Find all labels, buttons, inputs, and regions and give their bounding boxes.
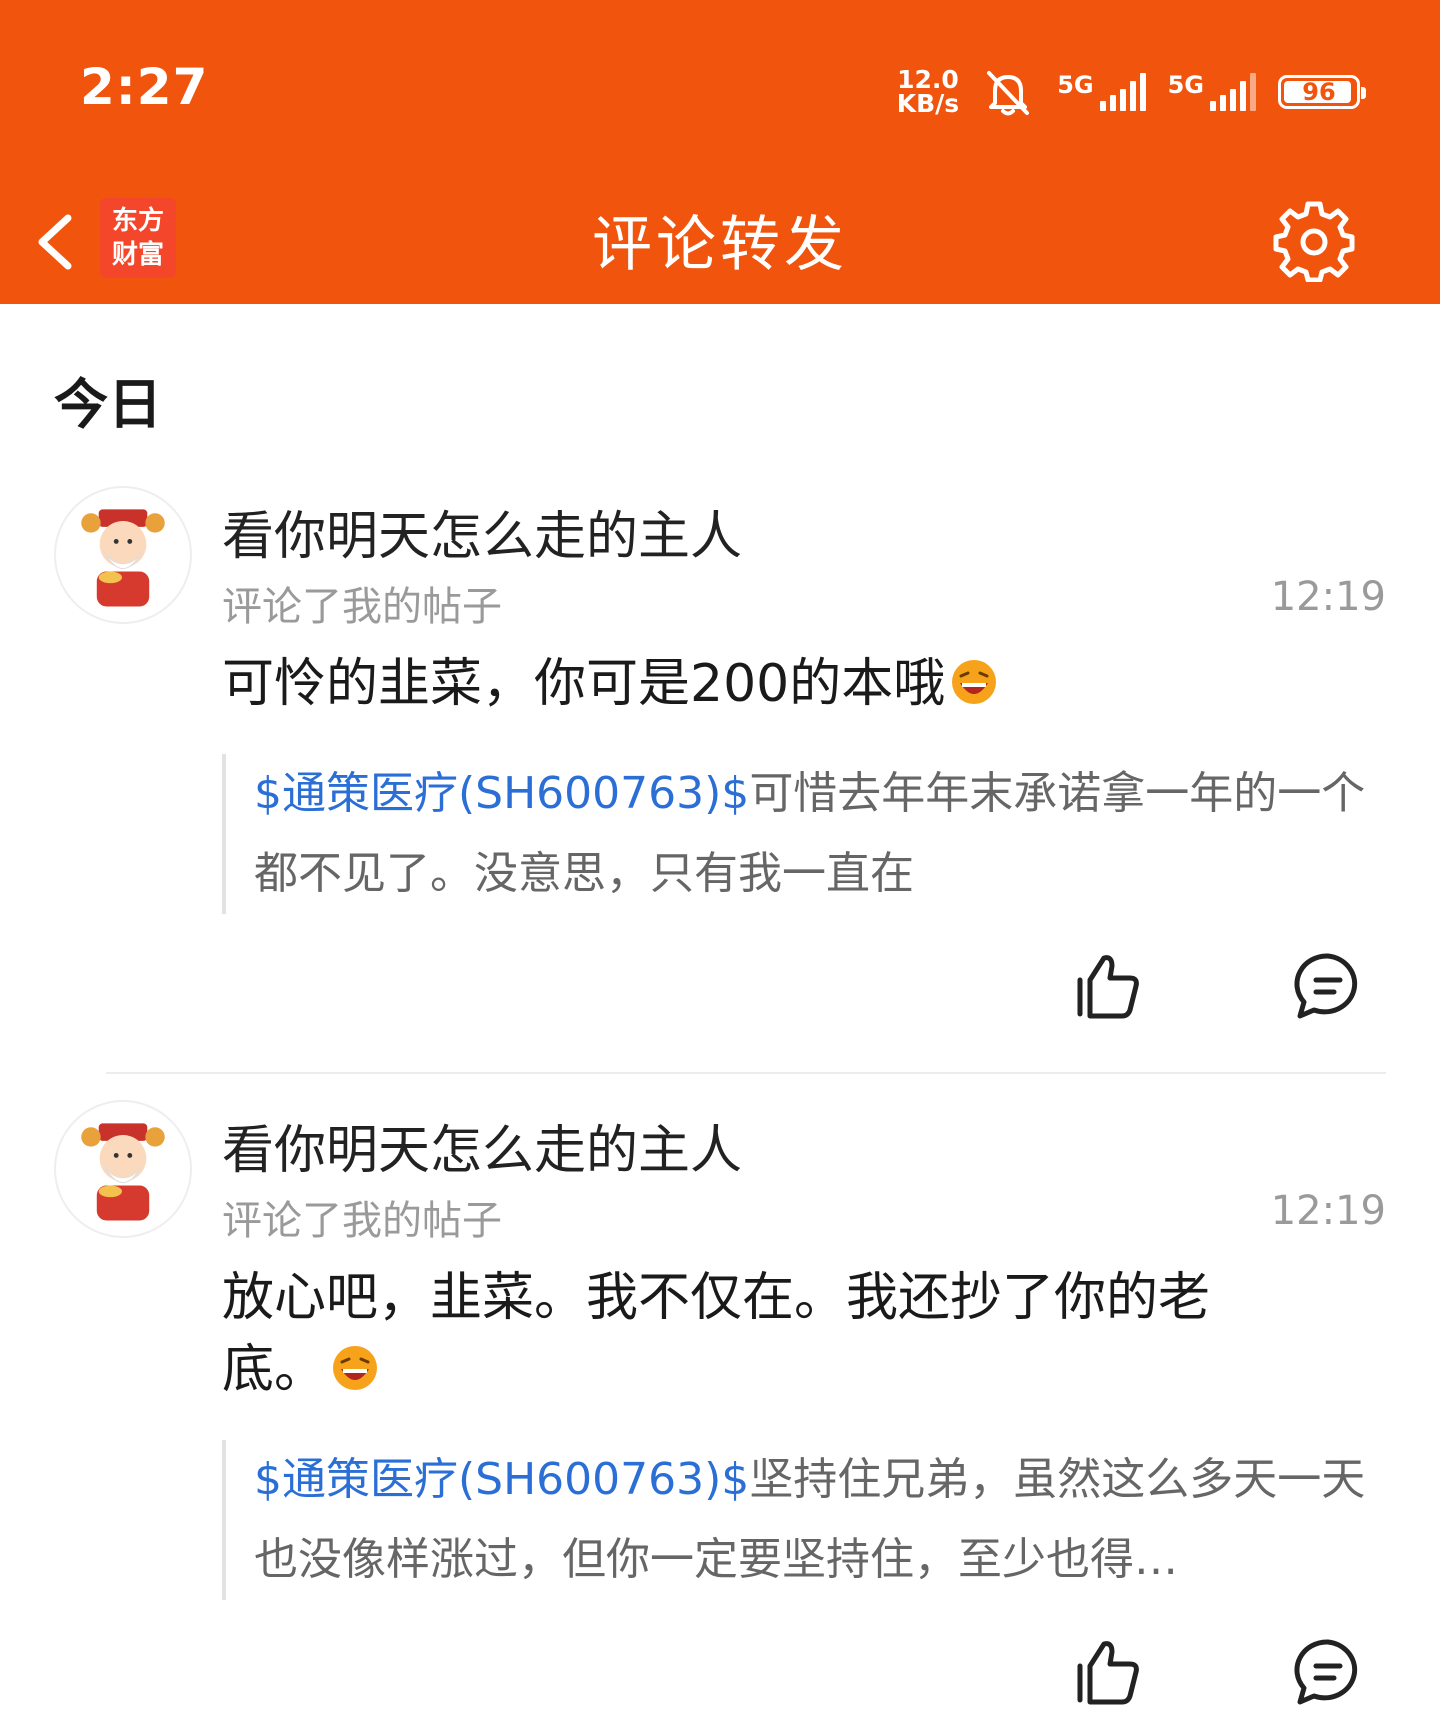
divider <box>106 1072 1386 1074</box>
timestamp: 12:19 <box>1270 1188 1386 1234</box>
timestamp: 12:19 <box>1270 574 1386 620</box>
laughing-emoji-icon <box>952 660 997 704</box>
username[interactable]: 看你明天怎么走的主人 <box>222 494 742 569</box>
sim2-label: 5G <box>1167 71 1204 99</box>
reply-comment-icon[interactable] <box>1292 1636 1364 1708</box>
quoted-post[interactable]: $通策医疗(SH600763)$可惜去年年末承诺拿一年的一个都不见了。没意思，只… <box>222 754 1382 914</box>
caishen-avatar-icon <box>81 1123 165 1221</box>
status-time: 2:27 <box>80 58 209 116</box>
section-today: 今日 <box>54 373 162 436</box>
battery-icon: 96 <box>1278 75 1366 109</box>
page-title: 评论转发 <box>592 210 848 280</box>
sim1-signal-icon: 5G <box>1057 71 1146 111</box>
sim2-signal-icon: 5G <box>1168 73 1256 111</box>
comment-text[interactable]: 可怜的韭菜，你可是200的本哦 <box>222 648 1282 720</box>
like-thumbs-up-icon[interactable] <box>1072 950 1144 1022</box>
reply-comment-icon[interactable] <box>1292 950 1364 1022</box>
action-text: 评论了我的帖子 <box>222 584 502 630</box>
comment-text[interactable]: 放心吧，韭菜。我不仅在。我还抄了你的老底。 <box>222 1262 1302 1406</box>
system-icons: 12.0 KB/s 5G 5G 96 <box>896 62 1366 122</box>
like-thumbs-up-icon[interactable] <box>1072 1636 1144 1708</box>
network-speed-unit: KB/s <box>896 89 960 118</box>
action-text: 评论了我的帖子 <box>222 1198 502 1244</box>
status-bar: 2:27 12.0 KB/s 5G 5G 96 <box>0 0 1440 180</box>
sim1-label: 5G <box>1057 71 1094 99</box>
notification-item[interactable]: 看你明天怎么走的主人 评论了我的帖子 12:19 放心吧，韭菜。我不仅在。我还抄… <box>0 1100 1440 1734</box>
mute-bell-icon <box>987 71 1030 116</box>
stock-tag-link[interactable]: $通策医疗(SH600763)$ <box>254 768 749 819</box>
avatar[interactable] <box>54 1100 192 1238</box>
caishen-avatar-icon <box>81 509 165 607</box>
app-header: 2:27 12.0 KB/s 5G 5G 96 东方 财富 评论转发 <box>0 0 1440 304</box>
stock-tag-link[interactable]: $通策医疗(SH600763)$ <box>254 1454 749 1505</box>
nav-bar: 东方 财富 评论转发 <box>0 180 1440 304</box>
username[interactable]: 看你明天怎么走的主人 <box>222 1108 742 1183</box>
laughing-emoji-icon <box>333 1346 378 1390</box>
network-speed: 12.0 KB/s <box>896 67 960 118</box>
battery-level: 96 <box>1302 78 1336 106</box>
quoted-post[interactable]: $通策医疗(SH600763)$坚持住兄弟，虽然这么多天一天也没像样涨过，但你一… <box>222 1440 1382 1600</box>
settings-gear-icon[interactable] <box>1272 198 1356 282</box>
comment-body: 可怜的韭菜，你可是200的本哦 <box>222 654 946 714</box>
notification-item[interactable]: 看你明天怎么走的主人 评论了我的帖子 12:19 可怜的韭菜，你可是200的本哦… <box>0 486 1440 1046</box>
avatar[interactable] <box>54 486 192 624</box>
